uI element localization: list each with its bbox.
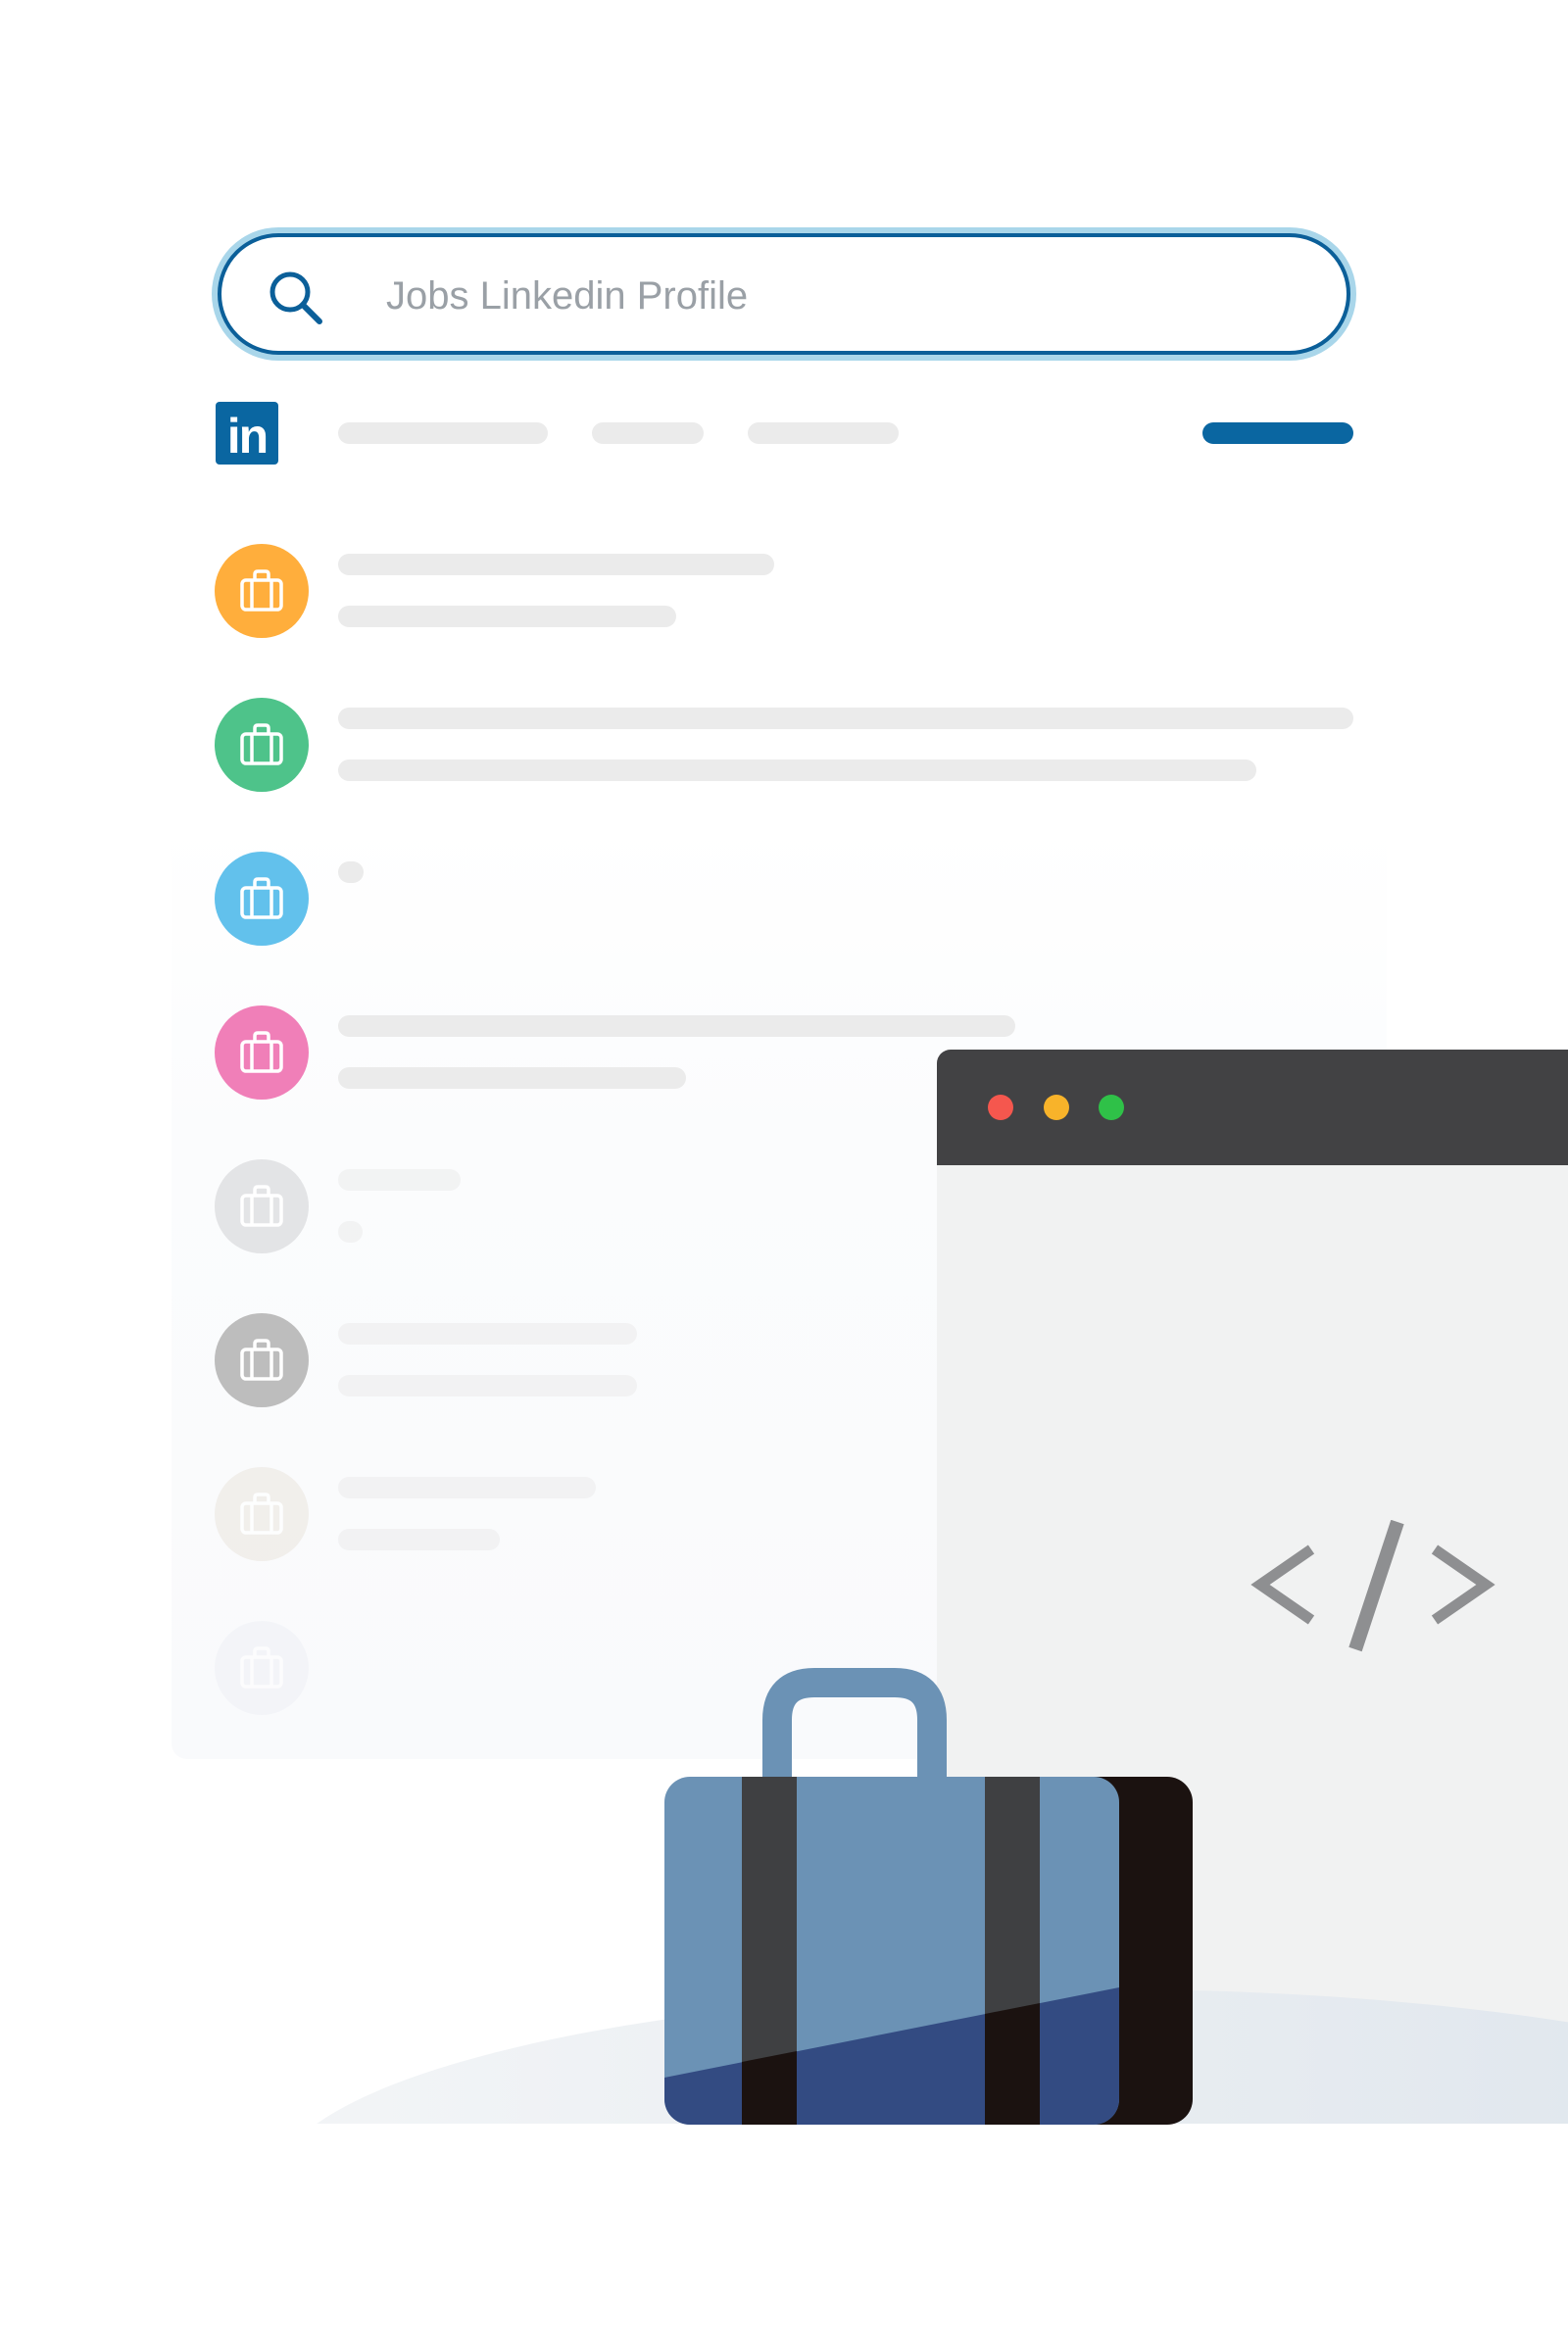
minimize-dot-icon[interactable] <box>1044 1095 1069 1120</box>
job-briefcase-icon[interactable] <box>215 1159 309 1253</box>
job-subtitle-placeholder <box>338 1067 686 1089</box>
job-briefcase-icon[interactable] <box>215 1621 309 1715</box>
job-briefcase-icon[interactable] <box>215 1467 309 1561</box>
search-bar[interactable]: Jobs Linkedin Profile <box>218 233 1350 355</box>
job-title-placeholder[interactable] <box>338 1477 596 1498</box>
job-title-placeholder[interactable] <box>338 1169 461 1191</box>
nav-placeholder-1[interactable] <box>338 422 548 444</box>
linkedin-logo-icon: in <box>216 402 278 465</box>
job-subtitle-placeholder <box>338 1375 637 1396</box>
browser-title-bar <box>937 1050 1568 1165</box>
job-subtitle-placeholder <box>338 606 676 627</box>
job-title-placeholder[interactable] <box>338 1015 1015 1037</box>
job-subtitle-placeholder <box>338 1221 363 1243</box>
job-briefcase-icon[interactable] <box>215 698 309 792</box>
illustration-canvas: Jobs Linkedin Profile in <box>0 0 1568 2352</box>
job-title-placeholder[interactable] <box>338 1323 637 1345</box>
job-title-placeholder[interactable] <box>338 554 774 575</box>
maximize-dot-icon[interactable] <box>1099 1095 1124 1120</box>
job-title-placeholder[interactable] <box>338 708 1353 729</box>
job-subtitle-placeholder <box>338 1529 500 1550</box>
job-subtitle-placeholder <box>338 760 1256 781</box>
search-icon <box>270 271 322 324</box>
job-title-placeholder[interactable] <box>338 861 364 883</box>
search-input-text[interactable]: Jobs Linkedin Profile <box>386 272 748 319</box>
code-brackets-icon <box>1250 1520 1495 1652</box>
job-briefcase-icon[interactable] <box>215 852 309 946</box>
job-briefcase-icon[interactable] <box>215 1005 309 1100</box>
nav-placeholder-2[interactable] <box>592 422 704 444</box>
nav-active-indicator[interactable] <box>1202 422 1353 444</box>
nav-placeholder-3[interactable] <box>748 422 899 444</box>
suitcase-icon <box>664 1668 1193 2125</box>
job-briefcase-icon[interactable] <box>215 1313 309 1407</box>
close-dot-icon[interactable] <box>988 1095 1013 1120</box>
job-briefcase-icon[interactable] <box>215 544 309 638</box>
